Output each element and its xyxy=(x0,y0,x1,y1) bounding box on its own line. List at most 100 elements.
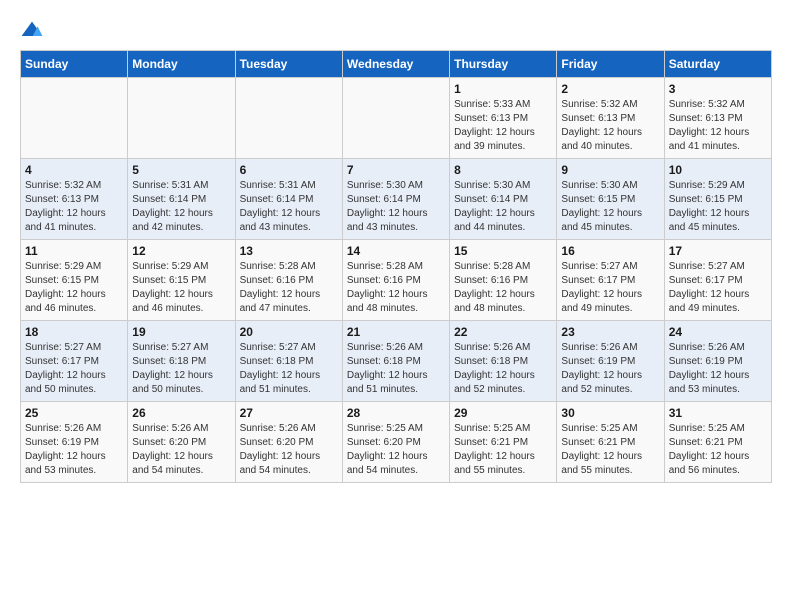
calendar-cell: 17 Sunrise: 5:27 AM Sunset: 6:17 PM Dayli… xyxy=(664,240,771,321)
day-info: Sunrise: 5:25 AM Sunset: 6:21 PM Dayligh… xyxy=(561,422,659,478)
calendar-cell: 27 Sunrise: 5:26 AM Sunset: 6:20 PM Dayli… xyxy=(235,402,342,483)
day-number: 12 xyxy=(132,244,230,258)
logo[interactable] xyxy=(20,20,48,40)
day-number: 11 xyxy=(25,244,123,258)
calendar-cell: 18Sunrise: 5:27 AM Sunset: 6:17 PM Dayli… xyxy=(21,321,128,402)
day-info: Sunrise: 5:26 AM Sunset: 6:18 PM Dayligh… xyxy=(454,341,552,397)
calendar-cell: 30 Sunrise: 5:25 AM Sunset: 6:21 PM Dayli… xyxy=(557,402,664,483)
day-number: 15 xyxy=(454,244,552,258)
day-header-tuesday: Tuesday xyxy=(235,51,342,78)
calendar-cell: 8 Sunrise: 5:30 AM Sunset: 6:14 PM Daylig… xyxy=(450,159,557,240)
day-info: Sunrise: 5:29 AM Sunset: 6:15 PM Dayligh… xyxy=(669,179,767,235)
day-info: Sunrise: 5:32 AM Sunset: 6:13 PM Dayligh… xyxy=(669,98,767,154)
day-info: Sunrise: 5:26 AM Sunset: 6:19 PM Dayligh… xyxy=(561,341,659,397)
day-info: Sunrise: 5:28 AM Sunset: 6:16 PM Dayligh… xyxy=(454,260,552,316)
day-info: Sunrise: 5:29 AM Sunset: 6:15 PM Dayligh… xyxy=(25,260,123,316)
calendar-cell xyxy=(235,78,342,159)
day-info: Sunrise: 5:31 AM Sunset: 6:14 PM Dayligh… xyxy=(240,179,338,235)
calendar-cell: 28 Sunrise: 5:25 AM Sunset: 6:20 PM Dayli… xyxy=(342,402,449,483)
logo-icon xyxy=(20,20,44,40)
day-info: Sunrise: 5:27 AM Sunset: 6:17 PM Dayligh… xyxy=(25,341,123,397)
day-info: Sunrise: 5:29 AM Sunset: 6:15 PM Dayligh… xyxy=(132,260,230,316)
day-number: 20 xyxy=(240,325,338,339)
calendar-week-row: 11 Sunrise: 5:29 AM Sunset: 6:15 PM Dayli… xyxy=(21,240,772,321)
day-header-sunday: Sunday xyxy=(21,51,128,78)
day-info: Sunrise: 5:28 AM Sunset: 6:16 PM Dayligh… xyxy=(240,260,338,316)
day-number: 29 xyxy=(454,406,552,420)
calendar-week-row: 18Sunrise: 5:27 AM Sunset: 6:17 PM Dayli… xyxy=(21,321,772,402)
day-info: Sunrise: 5:30 AM Sunset: 6:15 PM Dayligh… xyxy=(561,179,659,235)
day-info: Sunrise: 5:27 AM Sunset: 6:17 PM Dayligh… xyxy=(669,260,767,316)
calendar-cell: 22 Sunrise: 5:26 AM Sunset: 6:18 PM Dayli… xyxy=(450,321,557,402)
day-info: Sunrise: 5:28 AM Sunset: 6:16 PM Dayligh… xyxy=(347,260,445,316)
calendar-week-row: 25Sunrise: 5:26 AM Sunset: 6:19 PM Dayli… xyxy=(21,402,772,483)
calendar-cell: 19Sunrise: 5:27 AM Sunset: 6:18 PM Dayli… xyxy=(128,321,235,402)
calendar-cell: 24 Sunrise: 5:26 AM Sunset: 6:19 PM Dayli… xyxy=(664,321,771,402)
day-number: 13 xyxy=(240,244,338,258)
day-number: 30 xyxy=(561,406,659,420)
calendar-cell: 20Sunrise: 5:27 AM Sunset: 6:18 PM Dayli… xyxy=(235,321,342,402)
day-header-monday: Monday xyxy=(128,51,235,78)
day-header-wednesday: Wednesday xyxy=(342,51,449,78)
calendar-cell: 3Sunrise: 5:32 AM Sunset: 6:13 PM Daylig… xyxy=(664,78,771,159)
day-info: Sunrise: 5:26 AM Sunset: 6:18 PM Dayligh… xyxy=(347,341,445,397)
calendar-cell: 6Sunrise: 5:31 AM Sunset: 6:14 PM Daylig… xyxy=(235,159,342,240)
calendar: SundayMondayTuesdayWednesdayThursdayFrid… xyxy=(20,50,772,483)
calendar-cell: 15 Sunrise: 5:28 AM Sunset: 6:16 PM Dayli… xyxy=(450,240,557,321)
day-info: Sunrise: 5:25 AM Sunset: 6:20 PM Dayligh… xyxy=(347,422,445,478)
day-info: Sunrise: 5:25 AM Sunset: 6:21 PM Dayligh… xyxy=(454,422,552,478)
header xyxy=(20,20,772,40)
calendar-cell: 12 Sunrise: 5:29 AM Sunset: 6:15 PM Dayli… xyxy=(128,240,235,321)
day-number: 17 xyxy=(669,244,767,258)
calendar-cell: 10 Sunrise: 5:29 AM Sunset: 6:15 PM Dayli… xyxy=(664,159,771,240)
calendar-cell: 26 Sunrise: 5:26 AM Sunset: 6:20 PM Dayli… xyxy=(128,402,235,483)
day-info: Sunrise: 5:26 AM Sunset: 6:20 PM Dayligh… xyxy=(132,422,230,478)
calendar-cell: 21 Sunrise: 5:26 AM Sunset: 6:18 PM Dayli… xyxy=(342,321,449,402)
day-number: 28 xyxy=(347,406,445,420)
day-number: 24 xyxy=(669,325,767,339)
day-number: 27 xyxy=(240,406,338,420)
calendar-cell: 9Sunrise: 5:30 AM Sunset: 6:15 PM Daylig… xyxy=(557,159,664,240)
calendar-cell: 5 Sunrise: 5:31 AM Sunset: 6:14 PM Daylig… xyxy=(128,159,235,240)
calendar-cell: 25Sunrise: 5:26 AM Sunset: 6:19 PM Dayli… xyxy=(21,402,128,483)
calendar-week-row: 1 Sunrise: 5:33 AM Sunset: 6:13 PM Daylig… xyxy=(21,78,772,159)
calendar-cell: 23Sunrise: 5:26 AM Sunset: 6:19 PM Dayli… xyxy=(557,321,664,402)
day-header-saturday: Saturday xyxy=(664,51,771,78)
day-number: 2 xyxy=(561,82,659,96)
calendar-cell: 7Sunrise: 5:30 AM Sunset: 6:14 PM Daylig… xyxy=(342,159,449,240)
day-info: Sunrise: 5:30 AM Sunset: 6:14 PM Dayligh… xyxy=(454,179,552,235)
day-number: 26 xyxy=(132,406,230,420)
calendar-week-row: 4 Sunrise: 5:32 AM Sunset: 6:13 PM Daylig… xyxy=(21,159,772,240)
day-number: 22 xyxy=(454,325,552,339)
calendar-cell: 31Sunrise: 5:25 AM Sunset: 6:21 PM Dayli… xyxy=(664,402,771,483)
day-info: Sunrise: 5:32 AM Sunset: 6:13 PM Dayligh… xyxy=(25,179,123,235)
calendar-cell: 4 Sunrise: 5:32 AM Sunset: 6:13 PM Daylig… xyxy=(21,159,128,240)
day-header-friday: Friday xyxy=(557,51,664,78)
day-info: Sunrise: 5:31 AM Sunset: 6:14 PM Dayligh… xyxy=(132,179,230,235)
day-number: 4 xyxy=(25,163,123,177)
day-info: Sunrise: 5:27 AM Sunset: 6:17 PM Dayligh… xyxy=(561,260,659,316)
day-number: 5 xyxy=(132,163,230,177)
day-number: 21 xyxy=(347,325,445,339)
calendar-cell: 16Sunrise: 5:27 AM Sunset: 6:17 PM Dayli… xyxy=(557,240,664,321)
calendar-cell xyxy=(342,78,449,159)
calendar-cell xyxy=(128,78,235,159)
calendar-cell: 1 Sunrise: 5:33 AM Sunset: 6:13 PM Daylig… xyxy=(450,78,557,159)
day-number: 8 xyxy=(454,163,552,177)
calendar-cell: 29 Sunrise: 5:25 AM Sunset: 6:21 PM Dayli… xyxy=(450,402,557,483)
day-info: Sunrise: 5:26 AM Sunset: 6:20 PM Dayligh… xyxy=(240,422,338,478)
calendar-cell: 11 Sunrise: 5:29 AM Sunset: 6:15 PM Dayli… xyxy=(21,240,128,321)
day-header-thursday: Thursday xyxy=(450,51,557,78)
day-number: 31 xyxy=(669,406,767,420)
calendar-cell: 14Sunrise: 5:28 AM Sunset: 6:16 PM Dayli… xyxy=(342,240,449,321)
calendar-cell: 2 Sunrise: 5:32 AM Sunset: 6:13 PM Daylig… xyxy=(557,78,664,159)
day-info: Sunrise: 5:33 AM Sunset: 6:13 PM Dayligh… xyxy=(454,98,552,154)
day-info: Sunrise: 5:32 AM Sunset: 6:13 PM Dayligh… xyxy=(561,98,659,154)
day-info: Sunrise: 5:30 AM Sunset: 6:14 PM Dayligh… xyxy=(347,179,445,235)
day-number: 1 xyxy=(454,82,552,96)
calendar-header-row: SundayMondayTuesdayWednesdayThursdayFrid… xyxy=(21,51,772,78)
day-info: Sunrise: 5:26 AM Sunset: 6:19 PM Dayligh… xyxy=(669,341,767,397)
day-number: 10 xyxy=(669,163,767,177)
day-number: 19 xyxy=(132,325,230,339)
calendar-cell: 13 Sunrise: 5:28 AM Sunset: 6:16 PM Dayli… xyxy=(235,240,342,321)
